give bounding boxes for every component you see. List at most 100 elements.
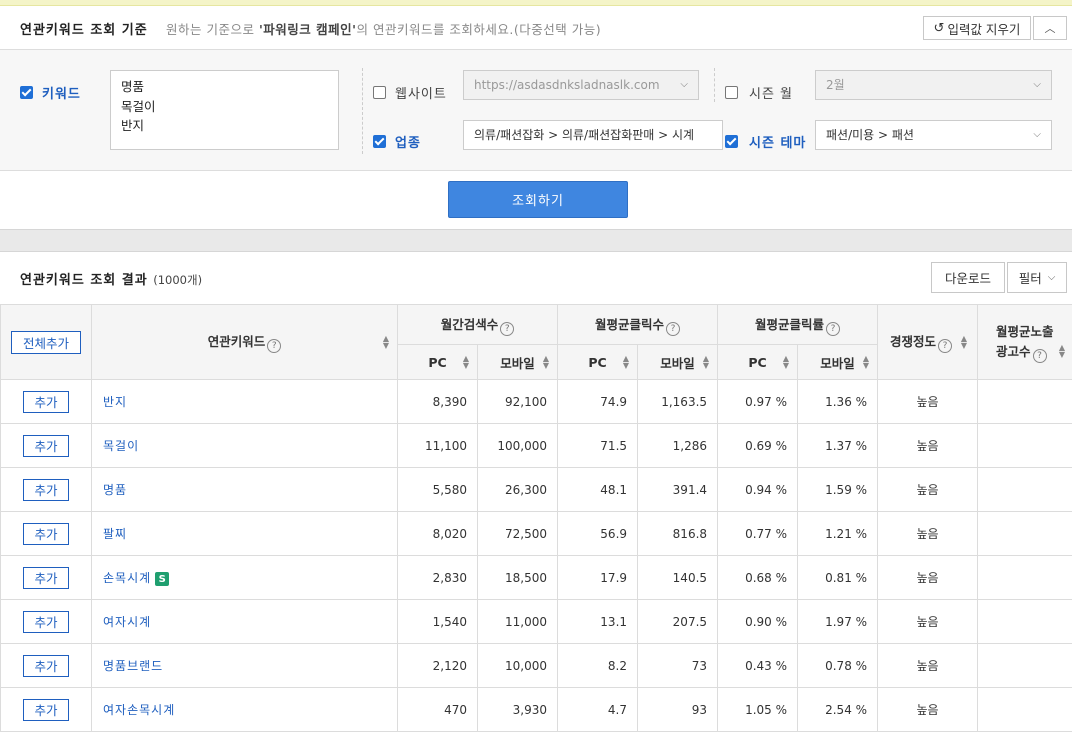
keyword-link[interactable]: 반지 [103, 395, 127, 409]
criteria-title: 연관키워드 조회 기준 [20, 23, 148, 38]
avg-ads-header[interactable]: 월평균노출광고수? ▲ ▼ [977, 304, 1072, 380]
sort-icon[interactable]: ▲ ▼ [1059, 343, 1065, 358]
season-theme-value: 패션/미용 > 패션 [826, 128, 914, 142]
sort-icon[interactable]: ▲ ▼ [543, 355, 549, 370]
search-pc-cell: 2,830 [397, 555, 478, 600]
ads-cell: 15 [977, 511, 1072, 556]
ctr-pc-cell: 0.77 % [717, 511, 799, 556]
keyword-cell[interactable]: 여자손목시계 [91, 687, 398, 732]
collapse-button[interactable]: ︿ [1033, 16, 1067, 40]
add-button[interactable]: 추가 [23, 522, 69, 545]
keyword-cell[interactable]: 팔찌 [91, 511, 398, 556]
ctr-mobile-header[interactable]: 모바일 ▲ ▼ [797, 344, 879, 380]
chevron-down-icon: ⌵ [1047, 272, 1056, 283]
competition-cell: 높음 [877, 687, 979, 732]
keyword-link[interactable]: 손목시계 [103, 571, 151, 585]
download-button[interactable]: 다운로드 [931, 262, 1005, 293]
help-icon[interactable]: ? [500, 321, 515, 336]
ctr-pc-header[interactable]: PC ▲ ▼ [717, 344, 799, 380]
help-icon[interactable]: ? [666, 321, 681, 336]
sort-icon[interactable]: ▲ ▼ [383, 335, 389, 350]
table-row: 추가 명품 5,58026,30048.1391.40.94 %1.59 %높음15 [0, 467, 1072, 512]
website-checkbox[interactable] [373, 86, 386, 99]
season-theme-select[interactable]: 패션/미용 > 패션 ⌵ [815, 120, 1052, 150]
keyword-column-label: 연관키워드 [207, 334, 266, 349]
keyword-textarea[interactable]: 명품 목걸이 반지 [110, 70, 339, 150]
keyword-link[interactable]: 여자손목시계 [103, 703, 175, 717]
sort-icon[interactable]: ▲ ▼ [703, 355, 709, 370]
keyword-column-header[interactable]: 연관키워드? ▲ ▼ [91, 304, 398, 380]
search-button[interactable]: 조회하기 [448, 181, 628, 218]
ctr-pc-cell: 1.05 % [717, 687, 799, 732]
season-month-value: 2월 [826, 78, 845, 92]
keyword-link[interactable]: 명품 [103, 483, 127, 497]
clicks-pc-header[interactable]: PC ▲ ▼ [557, 344, 639, 380]
add-button[interactable]: 추가 [23, 434, 69, 457]
clicks-pc-cell: 71.5 [557, 423, 639, 468]
reset-inputs-button[interactable]: ↺ 입력값 지우기 [923, 16, 1031, 40]
avg-clicks-label: 월평균클릭수 [595, 316, 665, 332]
add-button[interactable]: 추가 [23, 654, 69, 677]
keyword-checkbox[interactable] [20, 86, 33, 99]
keyword-cell[interactable]: 여자시계 [91, 599, 398, 644]
avg-ads-label-line2: 광고수 [996, 343, 1031, 359]
season-month-select[interactable]: 2월 ⌵ [815, 70, 1052, 100]
filter-button[interactable]: 필터 ⌵ [1007, 262, 1067, 293]
add-button[interactable]: 추가 [23, 698, 69, 721]
add-all-button[interactable]: 전체추가 [11, 330, 81, 354]
add-button[interactable]: 추가 [23, 566, 69, 589]
season-theme-checkbox[interactable] [725, 135, 738, 148]
add-cell: 추가 [0, 643, 92, 688]
avg-ads-label-line1: 월평균노출 [996, 323, 1054, 339]
industry-select[interactable]: 의류/패션잡화 > 의류/패션잡화판매 > 시계 [463, 120, 723, 150]
competition-header[interactable]: 경쟁정도? ▲ ▼ [877, 304, 979, 380]
industry-checkbox[interactable] [373, 135, 386, 148]
help-icon[interactable]: ? [267, 339, 282, 353]
table-row: 추가 여자손목시계 4703,9304.7931.05 %2.54 %높음15 [0, 687, 1072, 732]
clicks-pc-cell: 56.9 [557, 511, 639, 556]
keyword-link[interactable]: 목걸이 [103, 439, 139, 453]
add-button[interactable]: 추가 [23, 478, 69, 501]
competition-cell: 높음 [877, 467, 979, 512]
ctr-mobile-cell: 1.59 % [797, 467, 879, 512]
mobile-label: 모바일 [820, 355, 855, 371]
table-row: 추가 여자시계 1,540 11,000 13.1 207.5 0.90 % 1.97 % 높음… [0, 599, 1072, 644]
help-icon[interactable]: ? [826, 321, 841, 336]
season-month-label: 시즌 월 [749, 87, 794, 102]
results-count: (1000개) [153, 273, 203, 287]
keyword-cell[interactable]: 목걸이 [91, 423, 398, 468]
add-button[interactable]: 추가 [23, 390, 69, 413]
table-row: 추가 명품브랜드 2,12010,0008.2730.43 %0.78 %높음15 [0, 643, 1072, 688]
keyword-cell[interactable]: 반지 [91, 379, 398, 424]
ctr-pc-cell: 0.97 % [717, 379, 799, 424]
search-mobile-cell: 10,000 [476, 643, 559, 688]
clicks-pc-cell: 48.1 [557, 467, 639, 512]
keyword-cell[interactable]: 명품 [91, 467, 398, 512]
search-mobile-header[interactable]: 모바일 ▲ ▼ [476, 344, 559, 380]
ctr-mobile-cell: 2.54 % [797, 687, 879, 732]
season-month-checkbox[interactable] [725, 86, 738, 99]
keyword-link[interactable]: 여자시계 [103, 615, 151, 629]
table-row: 추가 손목시계 S 2,830 18,500 17.9 140.5 0.68 % 0.81 % 높… [0, 555, 1072, 600]
sort-icon[interactable]: ▲ ▼ [463, 355, 469, 370]
keyword-line: 반지 [121, 118, 145, 133]
clicks-pc-cell: 8.2 [557, 643, 639, 688]
avg-ctr-header: 월평균클릭률? [717, 304, 879, 345]
help-icon[interactable]: ? [938, 339, 953, 353]
keyword-cell[interactable]: 손목시계 S [91, 555, 398, 600]
search-pc-header[interactable]: PC ▲ ▼ [397, 344, 478, 380]
mobile-label: 모바일 [660, 355, 695, 371]
sort-icon[interactable]: ▲ ▼ [961, 335, 967, 350]
website-select[interactable]: https://asdasdnksladnaslk.com ⌵ [463, 70, 699, 100]
add-button[interactable]: 추가 [23, 610, 69, 633]
table-row: 추가 목걸이 11,100 100,000 71.5 1,286 0.69 % 1.37 % 높… [0, 423, 1072, 468]
mobile-label: 모바일 [500, 355, 535, 371]
keyword-link[interactable]: 팔찌 [103, 527, 127, 541]
help-icon[interactable]: ? [1032, 348, 1047, 363]
sort-icon[interactable]: ▲ ▼ [863, 355, 869, 370]
sort-icon[interactable]: ▲ ▼ [783, 355, 789, 370]
keyword-cell[interactable]: 명품브랜드 [91, 643, 398, 688]
clicks-mobile-header[interactable]: 모바일 ▲ ▼ [637, 344, 719, 380]
keyword-link[interactable]: 명품브랜드 [103, 659, 163, 673]
sort-icon[interactable]: ▲ ▼ [623, 355, 629, 370]
